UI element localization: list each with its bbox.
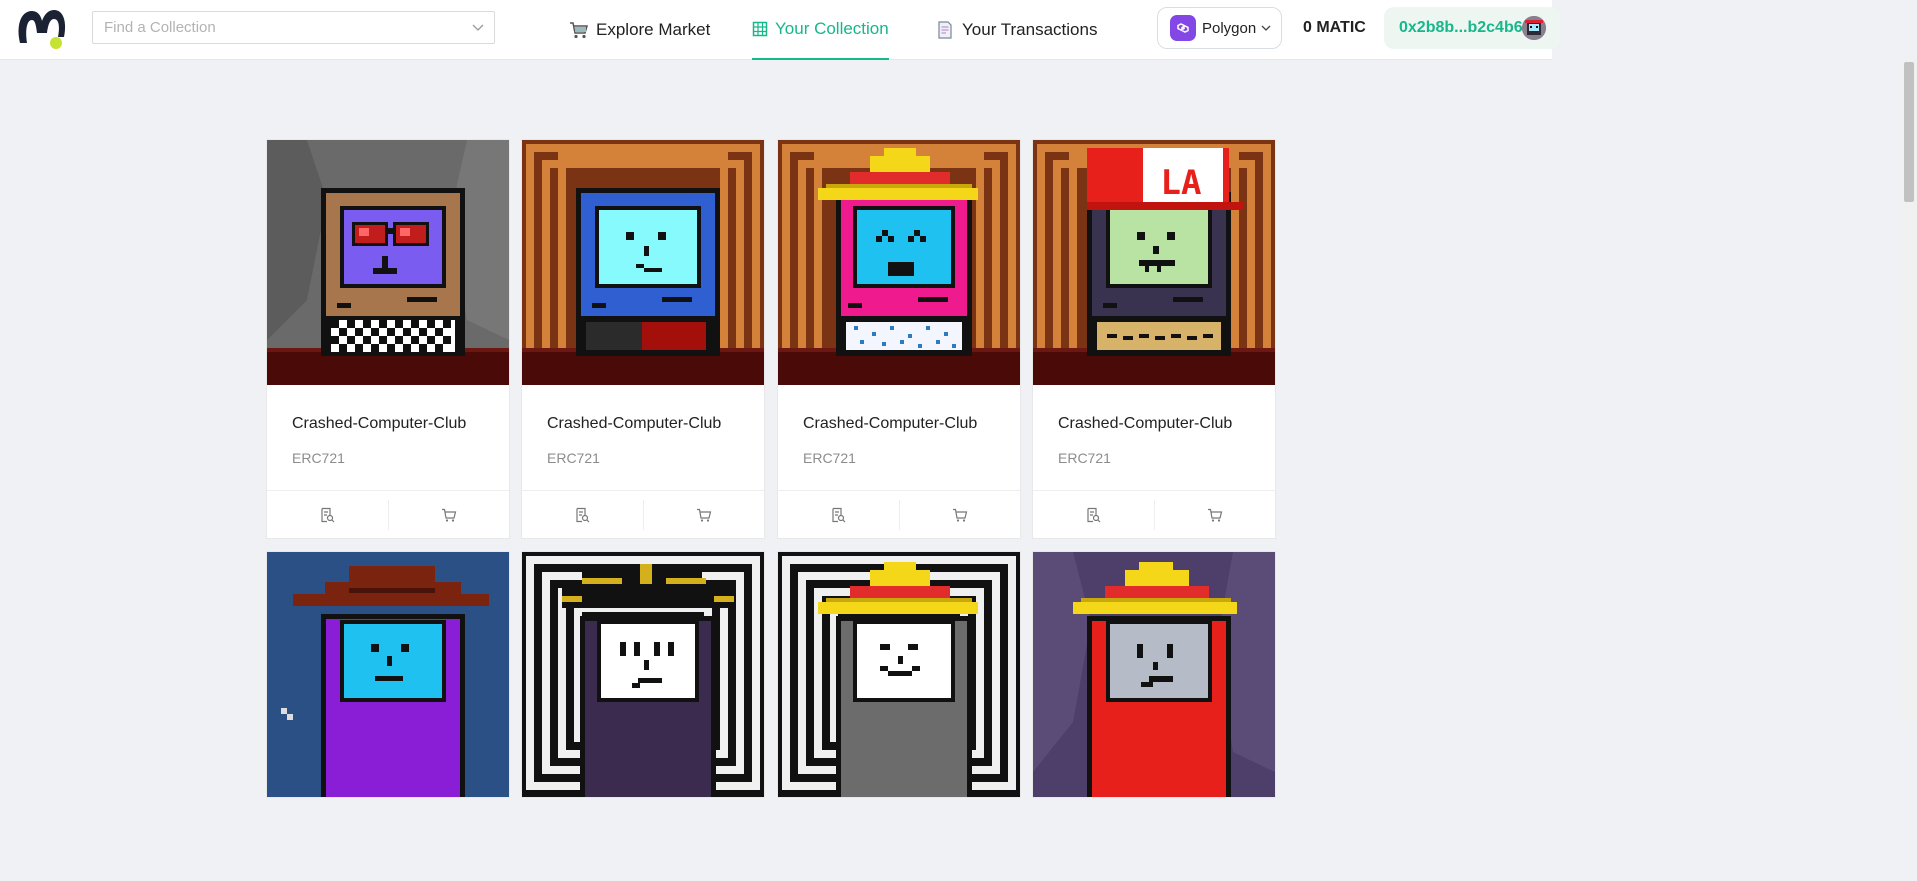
network-label: Polygon (1202, 19, 1257, 37)
wallet-button[interactable]: 0x2b8b...b2c4b6 (1384, 7, 1560, 49)
nft-image[interactable] (1033, 552, 1275, 797)
balance-display: 0 MATIC (1303, 19, 1366, 36)
network-selector[interactable]: Polygon (1157, 7, 1282, 49)
buy-button[interactable] (1153, 499, 1276, 530)
buy-button[interactable] (898, 499, 1021, 530)
nft-standard: ERC721 (292, 450, 345, 466)
view-details-button[interactable] (267, 500, 388, 530)
cart-icon (952, 508, 968, 522)
logo-icon[interactable] (14, 5, 68, 51)
nav-label: Your Collection (775, 19, 889, 38)
nft-image[interactable] (778, 140, 1020, 385)
details-icon (832, 507, 846, 522)
nft-name: Crashed-Computer-Club (292, 415, 467, 432)
nav-your-collection[interactable]: Your Collection (752, 0, 889, 60)
nft-card[interactable]: LA Crashed-Computer-Club ERC721 (1032, 139, 1276, 539)
nft-card[interactable]: Crashed-Computer-Club ERC721 (777, 139, 1021, 539)
chevron-down-icon (472, 24, 484, 31)
nav-label: Explore Market (596, 20, 711, 39)
nft-standard: ERC721 (547, 450, 600, 466)
nft-image[interactable] (267, 552, 509, 797)
nft-image[interactable] (778, 552, 1020, 797)
chevron-down-icon (1261, 25, 1271, 31)
nft-card[interactable]: Crashed-Computer-Club ERC721 (266, 139, 510, 539)
cart-icon (1207, 508, 1223, 522)
cart-icon (696, 508, 712, 522)
top-bar: Explore Market Your Collection Your Tran… (0, 0, 1560, 60)
nft-name: Crashed-Computer-Club (803, 415, 978, 432)
nft-image[interactable] (522, 552, 764, 797)
nav-label: Your Transactions (962, 20, 1098, 39)
nft-card[interactable] (266, 551, 510, 798)
nft-name: Crashed-Computer-Club (1058, 415, 1233, 432)
nft-name: Crashed-Computer-Club (547, 415, 722, 432)
nft-card[interactable] (777, 551, 1021, 798)
wallet-address: 0x2b8b...b2c4b6 (1399, 19, 1523, 36)
nft-image[interactable] (522, 140, 764, 385)
page-scrollbar[interactable] (1901, 60, 1917, 721)
search-input[interactable] (93, 12, 453, 43)
nft-standard: ERC721 (803, 450, 856, 466)
polygon-icon (1170, 15, 1196, 41)
document-icon (938, 21, 952, 39)
nft-image[interactable]: LA (1033, 140, 1275, 385)
nft-card[interactable]: Crashed-Computer-Club ERC721 (521, 139, 765, 539)
gallery-icon (752, 21, 768, 37)
details-icon (1087, 507, 1101, 522)
svg-text:LA: LA (1161, 163, 1202, 203)
view-details-button[interactable] (1033, 500, 1154, 530)
view-details-button[interactable] (522, 500, 643, 530)
details-icon (576, 507, 590, 522)
cart-icon (570, 22, 588, 39)
scrollbar-thumb[interactable] (1904, 62, 1914, 202)
nav-your-transactions[interactable]: Your Transactions (935, 0, 1097, 60)
buy-button[interactable] (642, 499, 765, 530)
nft-image[interactable] (267, 140, 509, 385)
view-details-button[interactable] (778, 500, 899, 530)
details-icon (321, 507, 335, 522)
buy-button[interactable] (387, 499, 510, 530)
avatar (1522, 16, 1546, 40)
cart-icon (441, 508, 457, 522)
nav-explore-market[interactable]: Explore Market (569, 0, 710, 60)
nft-standard: ERC721 (1058, 450, 1111, 466)
collection-search[interactable] (92, 11, 495, 44)
nft-card[interactable] (1032, 551, 1276, 798)
nft-card[interactable] (521, 551, 765, 798)
